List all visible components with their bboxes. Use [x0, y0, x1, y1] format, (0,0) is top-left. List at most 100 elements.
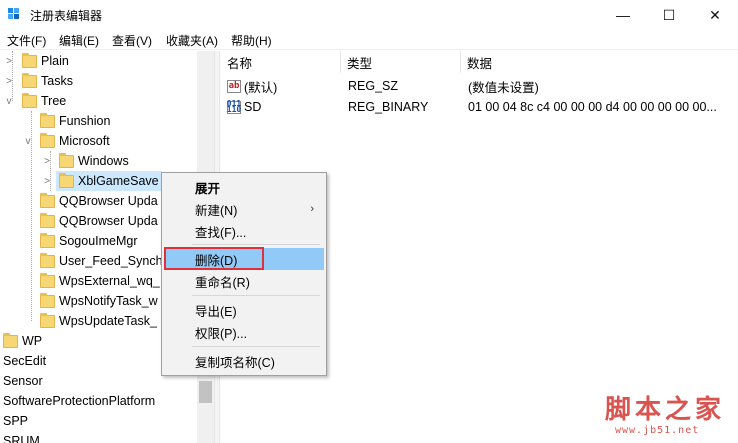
tree-item-srum[interactable]: SRUM: [3, 431, 40, 443]
menu-file[interactable]: 文件(F): [7, 32, 46, 49]
tree-item-label: QQBrowser Upda: [59, 214, 158, 228]
menu-separator: [192, 346, 320, 347]
tree-item-wpsexternal[interactable]: WpsExternal_wq_: [40, 271, 160, 291]
folder-icon: [40, 112, 55, 128]
value-name: SD: [244, 100, 262, 114]
folder-icon: [40, 232, 55, 248]
tree-item-label: Microsoft: [59, 134, 110, 148]
folder-icon: [59, 172, 74, 188]
tree-item-tree[interactable]: v Tree: [4, 91, 66, 111]
column-header-data[interactable]: 数据: [461, 51, 738, 73]
tree-item-label: SPP: [3, 414, 29, 428]
submenu-arrow-icon: ›: [310, 203, 314, 215]
tree-item-label: SecEdit: [3, 354, 47, 368]
folder-icon: [22, 72, 37, 88]
tree-item-label: XblGameSave: [78, 174, 159, 188]
tree-item-xblgamesave[interactable]: > XblGameSave: [42, 171, 162, 191]
value-row-type: REG_BINARY: [348, 100, 429, 114]
minimize-button[interactable]: —: [600, 0, 646, 30]
tree-item-label: Tasks: [41, 74, 73, 88]
highlight-annotation-box: [164, 247, 264, 270]
tree-item-wpsnotifytask[interactable]: WpsNotifyTask_w: [40, 291, 158, 311]
tree-item-label: WpsNotifyTask_w: [59, 294, 158, 308]
maximize-button[interactable]: ☐: [646, 0, 692, 30]
tree-item-qqbrowser-update-1[interactable]: QQBrowser Upda: [40, 191, 158, 211]
menu-item-rename[interactable]: 重命名(R): [165, 270, 324, 292]
column-header-label: 类型: [347, 56, 373, 71]
menu-separator: [192, 244, 320, 245]
tree-item-label: SRUM: [3, 434, 40, 443]
tree-item-plain[interactable]: > Plain: [4, 51, 69, 71]
chevron-down-icon[interactable]: v: [4, 91, 14, 111]
close-icon: ✕: [709, 6, 721, 23]
folder-icon: [40, 212, 55, 228]
column-header-label: 名称: [227, 56, 253, 71]
menu-item-new[interactable]: 新建(N) ›: [165, 198, 324, 220]
chevron-right-icon[interactable]: >: [4, 71, 14, 91]
binary-value-icon: 011 110: [226, 99, 242, 114]
maximize-icon: ☐: [662, 6, 676, 23]
value-row-type: REG_SZ: [348, 79, 399, 93]
tree-item-label: User_Feed_Synch: [59, 254, 163, 268]
menu-separator: [192, 295, 320, 296]
menu-item-expand[interactable]: 展开: [165, 176, 324, 198]
selected-key-highlight: XblGameSave: [56, 171, 162, 191]
menu-bar: 文件(F) 编辑(E) 查看(V) 收藏夹(A) 帮助(H): [0, 30, 738, 50]
menu-item-copy-key-name[interactable]: 复制项名称(C): [165, 350, 324, 372]
tree-item-label: Funshion: [59, 114, 111, 128]
chevron-right-icon[interactable]: >: [42, 151, 52, 171]
tree-item-label: Plain: [41, 54, 69, 68]
chevron-down-icon[interactable]: v: [23, 131, 33, 151]
registry-app-icon: [8, 8, 19, 19]
menu-item-find[interactable]: 查找(F)...: [165, 220, 324, 242]
tree-item-label: SoftwareProtectionPlatform: [3, 394, 156, 408]
tree-item-secedit[interactable]: SecEdit: [3, 351, 46, 371]
tree-item-microsoft[interactable]: v Microsoft: [23, 131, 110, 151]
tree-item-softwareprotectionplatform[interactable]: SoftwareProtectionPlatform: [3, 391, 155, 411]
folder-icon: [40, 292, 55, 308]
column-header-name[interactable]: 名称: [221, 51, 341, 73]
menu-help[interactable]: 帮助(H): [231, 32, 272, 49]
tree-item-sogouimemgr[interactable]: SogouImeMgr: [40, 231, 138, 251]
folder-icon: [22, 52, 37, 68]
tree-item-windows[interactable]: > Windows: [42, 151, 129, 171]
tree-item-sensor[interactable]: Sensor: [3, 371, 43, 391]
menu-item-permissions[interactable]: 权限(P)...: [165, 321, 324, 343]
column-header-label: 数据: [467, 56, 493, 71]
value-row-data: (数值未设置): [468, 80, 539, 95]
folder-icon: [40, 272, 55, 288]
menu-view[interactable]: 查看(V): [112, 32, 152, 49]
tree-item-spp[interactable]: SPP: [3, 411, 28, 431]
chevron-right-icon[interactable]: >: [42, 171, 52, 191]
folder-icon: [59, 152, 74, 168]
tree-item-funshion[interactable]: Funshion: [40, 111, 110, 131]
menu-edit[interactable]: 编辑(E): [59, 32, 99, 49]
column-header-type[interactable]: 类型: [341, 51, 461, 73]
menu-item-export[interactable]: 导出(E): [165, 299, 324, 321]
tree-item-qqbrowser-update-2[interactable]: QQBrowser Upda: [40, 211, 158, 231]
tree-item-wp[interactable]: WP: [3, 331, 42, 351]
tree-item-wpsupdatetask[interactable]: WpsUpdateTask_: [40, 311, 157, 331]
title-bar: 注册表编辑器 — ☐ ✕: [0, 0, 738, 30]
scrollbar-thumb[interactable]: [199, 381, 212, 403]
value-row-name[interactable]: ab (默认): [227, 76, 277, 96]
folder-icon: [40, 312, 55, 328]
folder-icon: [40, 192, 55, 208]
chevron-right-icon[interactable]: >: [4, 51, 14, 71]
value-row-name[interactable]: 011 110 SD: [226, 97, 262, 117]
menu-item-label: 新建(N): [195, 203, 238, 218]
folder-icon: [40, 132, 55, 148]
tree-item-label: Sensor: [3, 374, 43, 388]
tree-item-tasks[interactable]: > Tasks: [4, 71, 73, 91]
close-button[interactable]: ✕: [692, 0, 738, 30]
tree-item-label: WpsUpdateTask_: [59, 314, 157, 328]
tree-item-label: Tree: [41, 94, 67, 108]
tree-item-label: QQBrowser Upda: [59, 194, 158, 208]
string-value-icon: ab: [227, 79, 241, 93]
folder-icon: [22, 92, 37, 108]
minimize-icon: —: [616, 7, 630, 23]
tree-item-user-feed-synch[interactable]: User_Feed_Synch: [40, 251, 163, 271]
watermark-title: 脚本之家: [605, 395, 726, 425]
value-name: (默认): [244, 80, 278, 95]
menu-favorites[interactable]: 收藏夹(A): [166, 32, 218, 49]
